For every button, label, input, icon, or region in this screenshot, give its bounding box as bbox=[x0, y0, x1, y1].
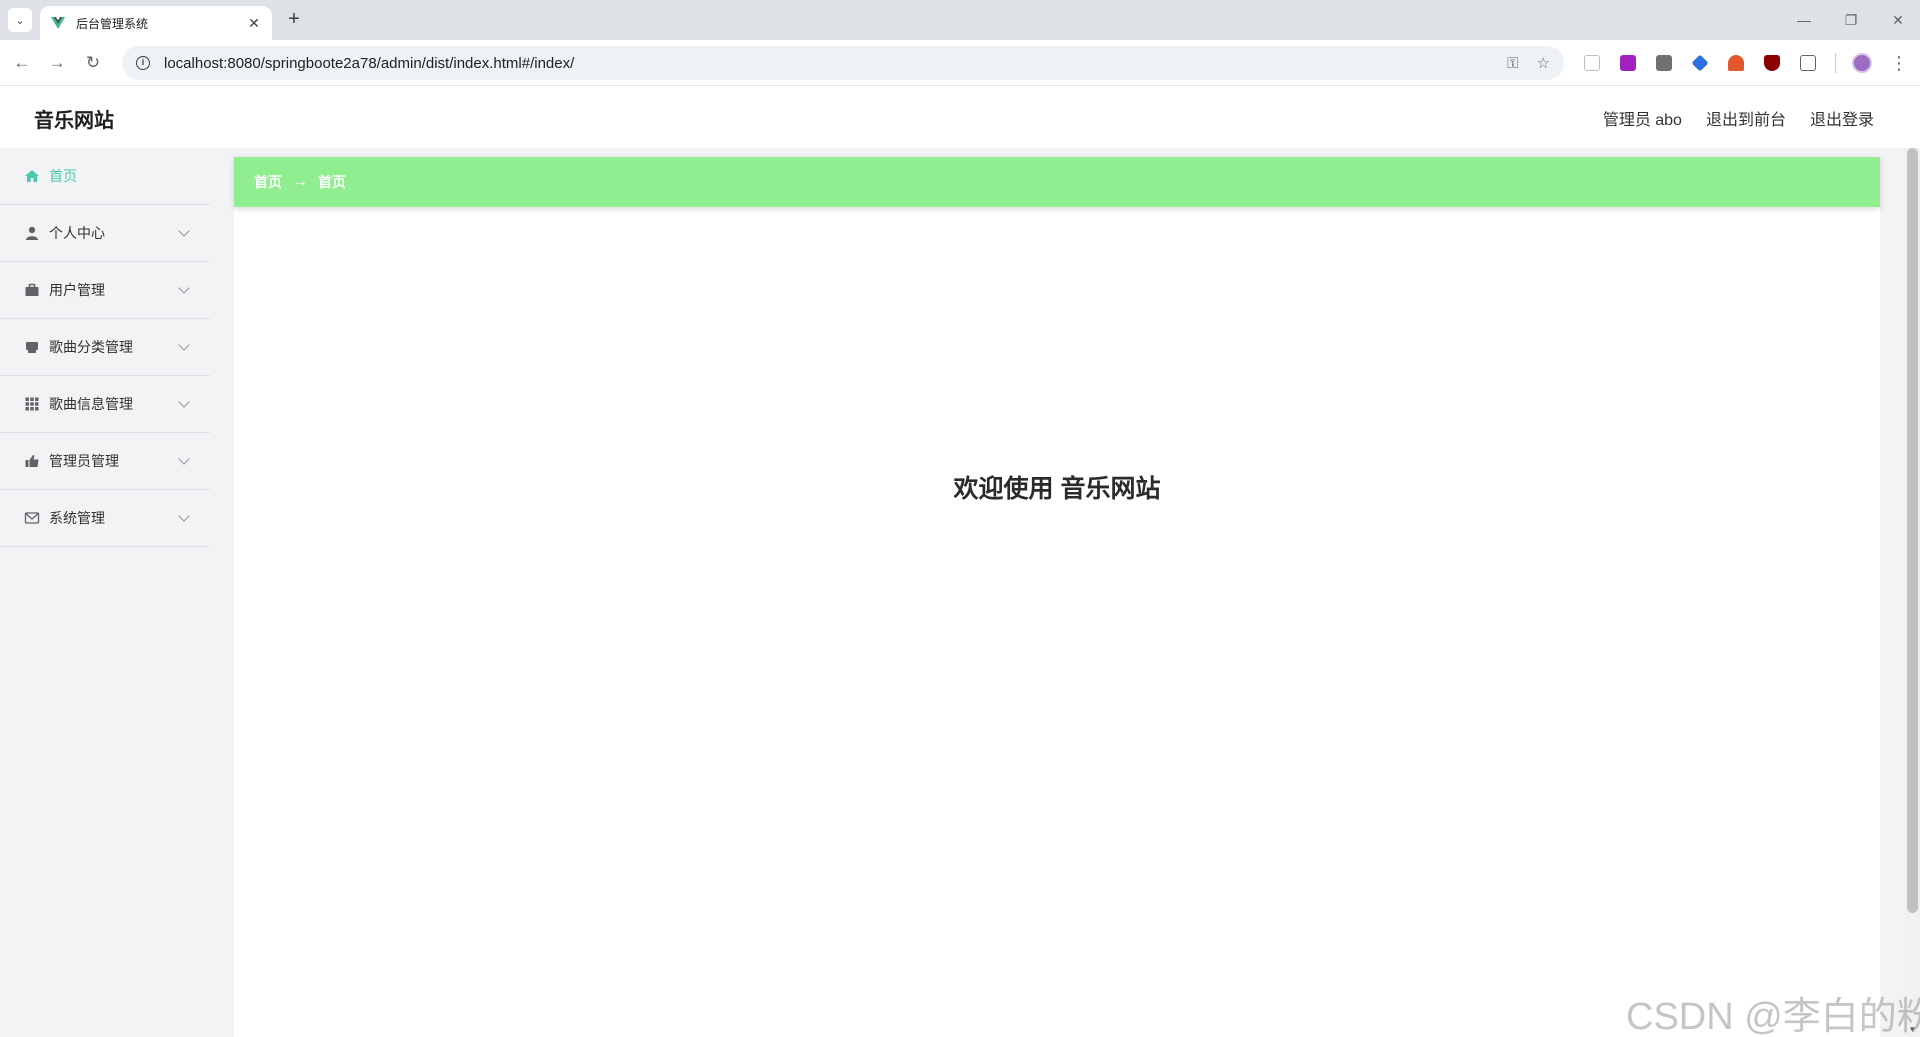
reload-icon[interactable]: ↻ bbox=[80, 50, 106, 76]
password-key-icon[interactable]: ⚿ bbox=[1507, 55, 1518, 72]
address-bar[interactable]: i localhost:8080/springboote2a78/admin/d… bbox=[122, 46, 1564, 80]
breadcrumb-home-link[interactable]: 首页 bbox=[254, 172, 282, 192]
sidebar-item-label: 个人中心 bbox=[49, 225, 105, 241]
browser-menu-icon[interactable]: ⋮ bbox=[1890, 50, 1908, 76]
breadcrumb-current: 首页 bbox=[318, 174, 346, 190]
sidebar-item-song-category-management[interactable]: 歌曲分类管理 bbox=[0, 319, 210, 376]
extension-rp-icon[interactable] bbox=[1620, 55, 1636, 71]
extension-flask-icon[interactable] bbox=[1728, 55, 1744, 71]
sidebar-item-admin-management[interactable]: 管理员管理 bbox=[0, 433, 210, 490]
url-text[interactable]: localhost:8080/springboote2a78/admin/dis… bbox=[164, 55, 1489, 72]
header-links: 管理员 abo 退出到前台 退出登录 bbox=[1603, 106, 1874, 130]
minimize-icon[interactable]: — bbox=[1789, 8, 1819, 32]
chevron-down-icon bbox=[178, 339, 190, 351]
home-icon bbox=[25, 170, 39, 182]
app-title: 音乐网站 bbox=[34, 110, 114, 132]
close-window-icon[interactable]: ✕ bbox=[1883, 8, 1913, 32]
chevron-down-icon bbox=[178, 396, 190, 408]
sidebar-item-label: 歌曲分类管理 bbox=[49, 339, 133, 355]
browser-tab[interactable]: 后台管理系统 ✕ bbox=[40, 6, 272, 40]
breadcrumb: 首页 → 首页 bbox=[234, 157, 1880, 207]
mail-icon bbox=[24, 512, 40, 524]
sidebar-menu: 首页 个人中心 用户管理 歌曲分类管理 歌曲信息管理 管理员管理 系统管理 bbox=[0, 148, 210, 1037]
sidebar-item-home[interactable]: 首页 bbox=[0, 148, 210, 205]
bookmark-star-icon[interactable]: ☆ bbox=[1537, 54, 1550, 72]
breadcrumb-separator: → bbox=[292, 173, 308, 190]
sidebar-item-system-management[interactable]: 系统管理 bbox=[0, 490, 210, 547]
browser-toolbar: ← → ↻ i localhost:8080/springboote2a78/a… bbox=[0, 40, 1920, 86]
extension-layers-icon[interactable] bbox=[1691, 54, 1709, 72]
sidebar-item-user-management[interactable]: 用户管理 bbox=[0, 262, 210, 319]
welcome-heading: 欢迎使用 音乐网站 bbox=[953, 475, 1161, 503]
sidebar-item-personal-center[interactable]: 个人中心 bbox=[0, 205, 210, 262]
extension-ublock-icon[interactable] bbox=[1764, 55, 1780, 71]
sidebar-item-label: 歌曲信息管理 bbox=[49, 396, 133, 412]
admin-user-label: 管理员 abo bbox=[1602, 112, 1682, 129]
new-tab-icon[interactable]: + bbox=[282, 8, 306, 32]
tab-close-icon[interactable]: ✕ bbox=[246, 15, 262, 32]
forward-icon[interactable]: → bbox=[44, 50, 70, 76]
app-header: 音乐网站 管理员 abo 退出到前台 退出登录 bbox=[0, 86, 1920, 148]
scrollbar-thumb[interactable] bbox=[1907, 148, 1918, 913]
grid-icon bbox=[25, 397, 39, 411]
main-content: 首页 → 首页 欢迎使用 音乐网站 bbox=[234, 157, 1880, 1037]
briefcase-icon bbox=[25, 283, 39, 296]
profile-avatar-icon[interactable] bbox=[1852, 53, 1872, 73]
sidebar-item-label: 用户管理 bbox=[49, 282, 105, 298]
back-icon[interactable]: ← bbox=[9, 50, 35, 76]
browser-tabstrip: ⌄ 后台管理系统 ✕ + — ❐ ✕ bbox=[0, 0, 1920, 40]
chevron-down-icon bbox=[178, 453, 190, 465]
site-info-icon[interactable]: i bbox=[136, 56, 150, 70]
tab-search-icon[interactable]: ⌄ bbox=[8, 8, 32, 32]
sidebar-item-label: 管理员管理 bbox=[49, 453, 119, 469]
extension-incognito-icon[interactable] bbox=[1656, 55, 1672, 71]
extensions-puzzle-icon[interactable] bbox=[1800, 55, 1816, 71]
toolbar-divider bbox=[1835, 53, 1836, 73]
chevron-down-icon bbox=[178, 225, 190, 237]
sidebar-item-song-info-management[interactable]: 歌曲信息管理 bbox=[0, 376, 210, 433]
chevron-down-icon bbox=[178, 510, 190, 522]
chevron-down-icon bbox=[178, 282, 190, 294]
logout-link[interactable]: 退出登录 bbox=[1810, 106, 1874, 130]
sidebar-item-label: 系统管理 bbox=[49, 510, 105, 526]
extension-cursor-icon[interactable] bbox=[1584, 55, 1600, 71]
folder-icon bbox=[26, 342, 38, 353]
watermark: CSDN @李白的粉 bbox=[1626, 996, 1920, 1037]
vue-favicon-icon bbox=[51, 17, 65, 29]
restore-icon[interactable]: ❐ bbox=[1836, 8, 1866, 32]
back-to-front-link[interactable]: 退出到前台 bbox=[1706, 106, 1786, 130]
tab-title: 后台管理系统 bbox=[76, 16, 149, 31]
user-icon bbox=[26, 226, 38, 240]
sidebar-item-label: 首页 bbox=[49, 168, 77, 184]
thumbs-up-icon bbox=[25, 455, 39, 467]
